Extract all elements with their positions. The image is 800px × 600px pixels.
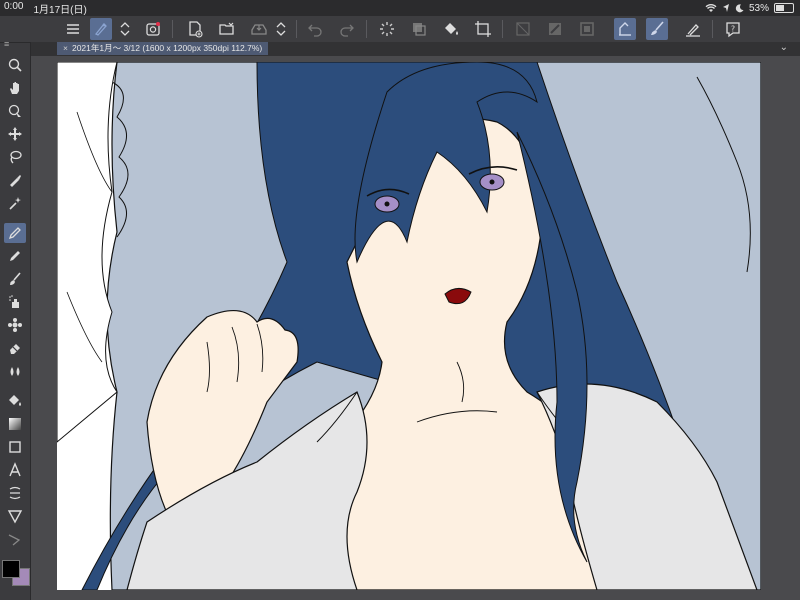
document-tab-title: 2021年1月〜 3/12 (1600 x 1200px 350dpi 112.…: [71, 43, 263, 53]
close-tab-icon[interactable]: ×: [63, 43, 68, 53]
toolbar-divider: [502, 20, 503, 38]
loading-icon[interactable]: [376, 18, 398, 40]
status-time: 0:00: [4, 0, 24, 12]
correct-line-icon[interactable]: [4, 529, 26, 549]
help-icon[interactable]: ?: [722, 18, 744, 40]
selection-tool-icon[interactable]: [90, 18, 112, 40]
chevron-down-icon[interactable]: ⌄: [780, 42, 788, 53]
status-bar: 0:00 1月17日(日) 53%: [0, 0, 800, 16]
new-file-icon[interactable]: [184, 18, 206, 40]
toolbar-divider: [712, 20, 713, 38]
battery-percent: 53%: [748, 2, 769, 14]
ruler-pen-icon[interactable]: [682, 18, 704, 40]
battery-icon: [774, 3, 794, 13]
selection-border-icon[interactable]: [576, 18, 598, 40]
pen-icon[interactable]: [614, 18, 636, 40]
brush-tool-icon[interactable]: [4, 269, 26, 289]
stepper-icon[interactable]: [118, 18, 132, 40]
redo-icon[interactable]: [336, 18, 358, 40]
main-toolbar: ?: [0, 16, 800, 43]
document-tab-bar: × 2021年1月〜 3/12 (1600 x 1200px 350dpi 112…: [31, 42, 800, 56]
fill-icon[interactable]: [440, 18, 462, 40]
color-swatches: [0, 556, 30, 600]
fill-tool-icon[interactable]: [4, 391, 26, 411]
brush-icon[interactable]: [646, 18, 668, 40]
illustration: [57, 62, 761, 590]
hand-icon[interactable]: [4, 78, 26, 98]
document-tab[interactable]: × 2021年1月〜 3/12 (1600 x 1200px 350dpi 112…: [57, 42, 269, 55]
invert-selection-icon[interactable]: [544, 18, 566, 40]
move-icon[interactable]: [4, 124, 26, 144]
ruler-icon[interactable]: [4, 506, 26, 526]
moon-icon: [735, 3, 744, 12]
layer-icon[interactable]: [142, 18, 164, 40]
toolbar-divider: [296, 20, 297, 38]
status-date: 1月17日(日): [33, 4, 87, 16]
open-folder-icon[interactable]: [216, 18, 238, 40]
figure-icon[interactable]: [4, 437, 26, 457]
rotate-icon[interactable]: [4, 101, 26, 121]
location-icon: [722, 4, 729, 12]
gradient-icon[interactable]: [4, 414, 26, 434]
stepper-icon[interactable]: [274, 18, 288, 40]
palette-grip-icon[interactable]: ≡: [4, 39, 9, 49]
zoom-icon[interactable]: [4, 55, 26, 75]
menu-icon[interactable]: [62, 18, 84, 40]
text-icon[interactable]: [4, 460, 26, 480]
svg-text:?: ?: [731, 25, 735, 34]
undo-icon[interactable]: [304, 18, 326, 40]
save-icon[interactable]: [248, 18, 270, 40]
main-color-swatch[interactable]: [2, 560, 20, 578]
frame-icon[interactable]: [4, 483, 26, 503]
pencil-icon[interactable]: [4, 246, 26, 266]
battery-level: [776, 5, 784, 11]
lasso-icon[interactable]: [4, 147, 26, 167]
deselect-icon[interactable]: [512, 18, 534, 40]
transform-icon[interactable]: [472, 18, 494, 40]
tool-palette: ≡: [0, 39, 31, 600]
toolbar-divider: [172, 20, 173, 38]
airbrush-icon[interactable]: [4, 292, 26, 312]
copy-layer-icon[interactable]: [408, 18, 430, 40]
pen-tool-icon[interactable]: [4, 223, 26, 243]
auto-select-icon[interactable]: [4, 193, 26, 213]
eyedropper-icon[interactable]: [4, 170, 26, 190]
blend-icon[interactable]: [4, 361, 26, 381]
decoration-icon[interactable]: [4, 315, 26, 335]
drawing-canvas[interactable]: [57, 62, 761, 590]
toolbar-divider: [366, 20, 367, 38]
wifi-icon: [705, 4, 717, 12]
eraser-icon[interactable]: [4, 338, 26, 358]
